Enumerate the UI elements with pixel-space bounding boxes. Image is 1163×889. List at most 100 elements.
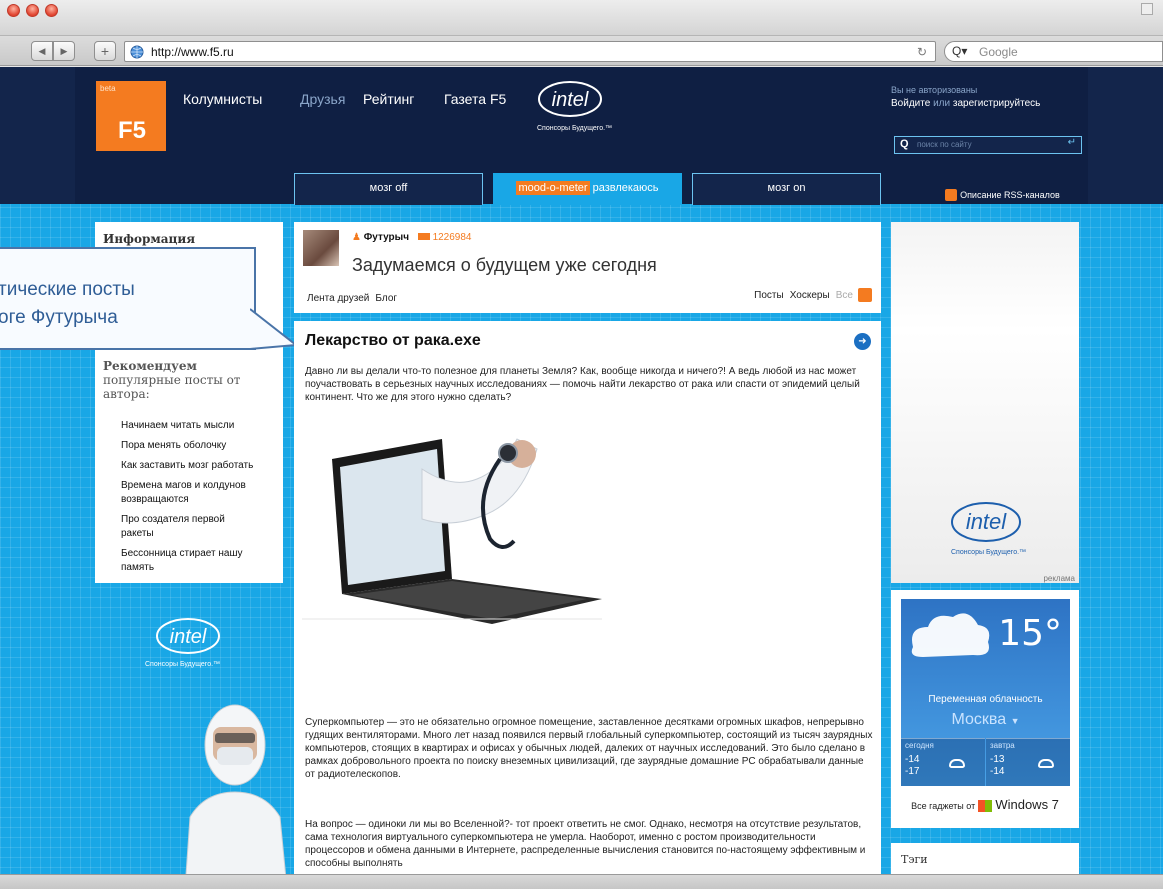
register-link[interactable]: зарегистрируйтесь [953, 98, 1041, 109]
list-item[interactable]: ракеты [121, 527, 281, 541]
recommended-heading-line3: автора: [103, 387, 150, 401]
intel-sponsor-header[interactable]: intel Спонсоры Будущего.™ [535, 79, 612, 139]
windows-gadgets-link[interactable]: Все гаджеты от Windows 7 [891, 797, 1079, 813]
temperature: 15° [998, 613, 1062, 654]
login-link[interactable]: Войдите [891, 98, 930, 109]
ad-label: реклама [1043, 574, 1075, 583]
friends-feed-link[interactable]: Лента друзей [307, 293, 369, 304]
tomorrow-high: -13 [990, 754, 1005, 765]
minimize-window-button[interactable] [26, 4, 39, 17]
close-window-button[interactable] [7, 4, 20, 17]
browser-search-field[interactable]: Q▾ Google [944, 41, 1163, 62]
list-item[interactable]: Пора менять оболочку [121, 439, 281, 453]
add-bookmark-button[interactable]: + [94, 41, 116, 61]
laptop-doctor-illustration [302, 438, 602, 624]
site-search-placeholder: поиск по сайту [917, 140, 972, 149]
city-name: Москва [951, 711, 1007, 728]
site-logo[interactable]: beta F5 [96, 81, 166, 151]
search-icon: Q [900, 138, 909, 150]
callout-line2: оге Футурыча [0, 307, 118, 328]
nav-newspaper[interactable]: Газета F5 [444, 91, 506, 107]
enter-icon[interactable]: ↵ [1068, 137, 1076, 148]
cloud-icon [949, 759, 965, 768]
address-bar[interactable]: http://www.f5.ru ↻ [124, 41, 936, 62]
blog-nav-left: Лента друзей Блог [307, 292, 397, 304]
nav-columnists[interactable]: Колумнисты [183, 91, 262, 107]
blog-link[interactable]: Блог [375, 293, 397, 304]
article-panel: Лекарство от рака.exe ➜ Давно ли вы дела… [294, 321, 881, 889]
intel-sponsor-sidebar[interactable]: intel Спонсоры Будущего.™ [145, 614, 245, 684]
author-rating: 1226984 [432, 232, 472, 243]
rss-description-link[interactable]: Описание RSS-каналов [945, 189, 1060, 202]
rss-link-label: Описание RSS-каналов [960, 190, 1060, 201]
weather-condition: Переменная облачность [928, 694, 1043, 705]
article-paragraph-1: Суперкомпьютер — это не обязательно огро… [305, 717, 873, 780]
weather-today: сегодня -14 -17 [901, 738, 985, 786]
author-name[interactable]: Футурыч [364, 232, 409, 243]
list-item[interactable]: возвращаются [121, 493, 281, 507]
tab-brain-off[interactable]: мозг off [294, 173, 483, 205]
list-item[interactable]: память [121, 561, 281, 575]
chevron-down-icon: ▼ [1010, 716, 1020, 726]
intel-logo-text: intel [170, 626, 207, 648]
tab-mood-o-meter[interactable]: mood-o-meter развлекаюсь [493, 173, 682, 205]
nav-friends[interactable]: Друзья [300, 91, 345, 107]
cloud-icon [1038, 759, 1054, 768]
tags-heading: Тэги [901, 853, 928, 866]
info-heading: Информация [103, 232, 196, 246]
hoskers-link[interactable]: Хоскеры [790, 290, 830, 301]
reload-icon[interactable]: ↻ [917, 45, 927, 59]
article-intro: Давно ли вы делали что-то полезное для п… [305, 366, 860, 403]
intel-logo-icon: intel [156, 618, 220, 654]
blog-nav-right: Посты Хоскеры Все [754, 288, 872, 302]
nav-rating[interactable]: Рейтинг [363, 91, 414, 107]
tab-label: мозг on [767, 182, 806, 194]
window-titlebar [0, 0, 1163, 36]
search-placeholder: Google [979, 45, 1018, 59]
weather-card: 15° Переменная облачность Москва ▼ сегод… [901, 599, 1070, 786]
article-paragraph-2: На вопрос — одиноки ли мы во Вселенной?-… [305, 819, 866, 869]
recommended-heading-line2: популярные посты от [103, 373, 241, 387]
tab-brain-on[interactable]: мозг on [692, 173, 881, 205]
blog-header-panel: ♟ Футурыч 1226984 Задумаемся о будущем у… [294, 222, 881, 313]
posts-link[interactable]: Посты [754, 290, 784, 301]
rss-icon[interactable] [858, 288, 872, 302]
list-item[interactable]: Времена магов и колдунов [121, 479, 281, 493]
blog-title: Задумаемся о будущем уже сегодня [352, 255, 657, 275]
globe-icon [130, 45, 144, 59]
zoom-window-button[interactable] [45, 4, 58, 17]
weather-gadget: 15° Переменная облачность Москва ▼ сегод… [891, 590, 1079, 828]
list-item[interactable]: Начинаем читать мысли [121, 419, 281, 433]
rss-icon [945, 189, 957, 202]
user-icon: ♟ [352, 232, 361, 243]
resize-icon[interactable] [1141, 3, 1153, 15]
intel-logo-text: intel [966, 509, 1007, 534]
list-item[interactable]: Как заставить мозг работать [121, 459, 281, 473]
today-label: сегодня [905, 741, 934, 750]
right-ad-panel[interactable]: intel Спонсоры Будущего.™ реклама [891, 222, 1079, 583]
list-item[interactable]: Бессонница стирает нашу [121, 547, 281, 561]
search-icon: Q▾ [952, 44, 968, 58]
avatar[interactable] [303, 230, 339, 266]
cloud-icon [911, 613, 990, 657]
tab-label: развлекаюсь [592, 182, 659, 194]
intel-logo-icon: intel [538, 81, 602, 117]
site-search-field[interactable]: Q поиск по сайту ↵ [894, 136, 1082, 154]
tomorrow-label: завтра [990, 741, 1015, 750]
cleanroom-engineer-illustration [184, 704, 288, 889]
annotation-callout: тические посты оге Футурыча [0, 247, 256, 350]
author-line: ♟ Футурыч 1226984 [352, 232, 472, 243]
back-button[interactable]: ◀ [31, 41, 53, 61]
share-icon[interactable]: ➜ [854, 333, 871, 350]
forward-button[interactable]: ▶ [53, 41, 75, 61]
all-link[interactable]: Все [836, 290, 853, 301]
today-high: -14 [905, 754, 920, 765]
sponsor-tagline: Спонсоры Будущего.™ [145, 661, 221, 668]
article-title: Лекарство от рака.exe [305, 332, 481, 349]
list-item[interactable]: Про создателя первой [121, 513, 281, 527]
auth-status: Вы не авторизованы [891, 85, 978, 95]
sponsor-tagline: Спонсоры Будущего.™ [537, 125, 613, 132]
city-selector[interactable]: Москва ▼ [901, 711, 1070, 729]
windows-text: Windows 7 [995, 797, 1059, 812]
windows-logo-icon [978, 800, 993, 813]
